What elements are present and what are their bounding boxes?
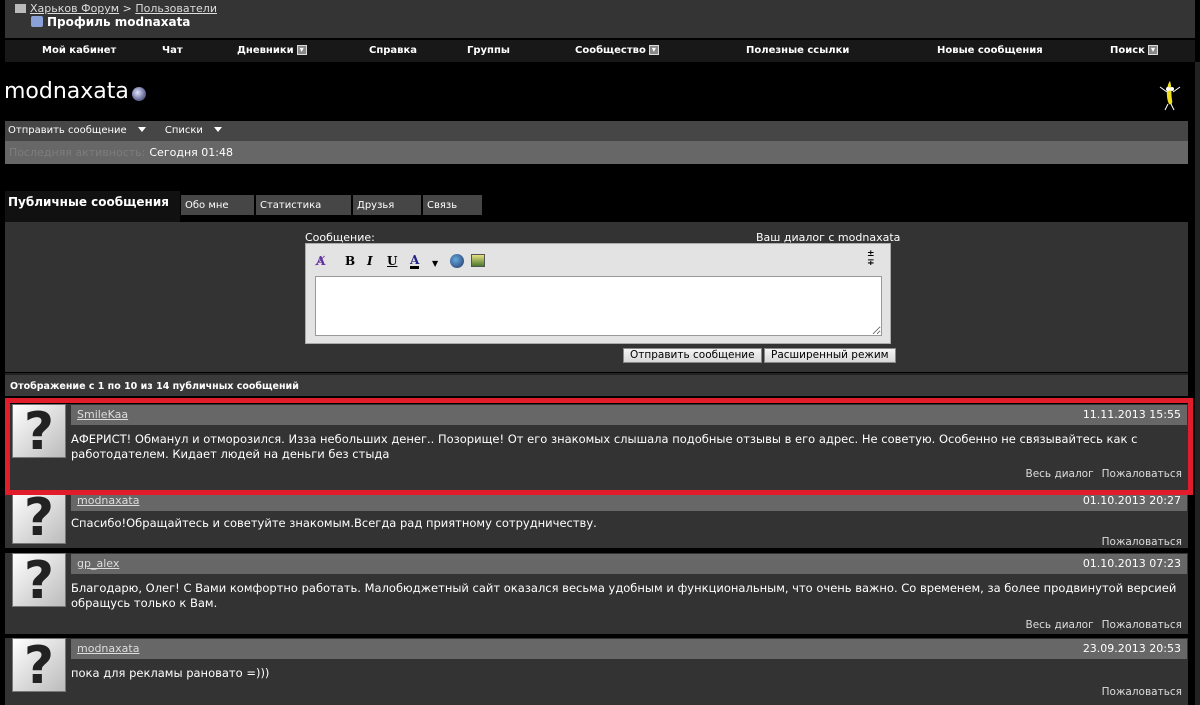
send-message-menu[interactable]: Отправить сообщение (8, 125, 154, 136)
message-item: ? modnaxata 01.10.2013 20:27 Спасибо!Обра… (5, 490, 1188, 548)
message-header: modnaxata 23.09.2013 20:53 (71, 639, 1187, 659)
lists-label: Списки (164, 125, 203, 136)
report-link[interactable]: Пожаловаться (1102, 686, 1182, 698)
last-activity-value: Сегодня 01:48 (149, 146, 233, 159)
messages-count: Отображение с 1 по 10 из 14 публичных со… (5, 373, 1188, 396)
nav-new-posts[interactable]: Новые сообщения (937, 45, 1043, 56)
banana-mascot-icon (1159, 81, 1181, 111)
view-dialog-link[interactable]: Весь диалог (1025, 619, 1093, 631)
nav-useful-links[interactable]: Полезные ссылки (746, 45, 849, 56)
message-editor: A̸ B I U A ▼ ± ∓ (305, 243, 891, 344)
message-footer: Весь диалог Пожаловаться (1017, 619, 1182, 631)
message-author[interactable]: gp_alex (77, 557, 119, 570)
message-item: ? modnaxata 23.09.2013 20:53 пока для рек… (5, 638, 1188, 705)
tab-friends[interactable]: Друзья (353, 195, 421, 215)
nav-diaries[interactable]: Дневники ▾ (237, 45, 307, 56)
avatar-placeholder-icon: ? (12, 490, 66, 545)
nav-help[interactable]: Справка (369, 45, 417, 56)
lists-menu[interactable]: Списки (165, 125, 230, 136)
message-footer: Пожаловаться (1094, 536, 1182, 548)
breadcrumb: Харьков Форум > Пользователи (15, 2, 217, 15)
nav-chat[interactable]: Чат (162, 45, 183, 56)
tab-public-messages[interactable]: Публичные сообщения (5, 191, 180, 222)
tab-about[interactable]: Обо мне (181, 195, 254, 215)
nav-bar: Мой кабинет Чат Дневники ▾ Справка Группы… (5, 40, 1195, 62)
color-dropdown-icon[interactable]: ▼ (432, 258, 438, 268)
tab-contact[interactable]: Связь (423, 195, 482, 215)
message-date: 23.09.2013 20:53 (1082, 642, 1181, 655)
nav-my-cabinet[interactable]: Мой кабинет (42, 45, 116, 56)
resize-editor-icon[interactable]: ± ∓ (867, 250, 875, 268)
underline-button[interactable]: U (387, 254, 397, 268)
remove-format-icon[interactable]: A̸ (316, 254, 325, 268)
nav-groups[interactable]: Группы (467, 45, 510, 56)
highlight-box (5, 398, 1193, 495)
page-title-text: Профиль modnaxata (47, 15, 191, 29)
profile-actions-bar: Отправить сообщение Списки (5, 121, 1188, 141)
breadcrumb-sep: > (122, 2, 132, 15)
profile-username: modnaxata (4, 79, 129, 104)
dropdown-icon: ▾ (648, 45, 659, 55)
message-text: пока для рекламы рановато =))) (71, 666, 270, 680)
insert-link-icon[interactable] (450, 254, 464, 268)
breadcrumb-forum[interactable]: Харьков Форум (30, 2, 119, 15)
send-message-label: Отправить сообщение (8, 125, 127, 136)
message-text: Благодарю, Олег! С Вами комфортно работа… (71, 581, 1177, 610)
page-title: Профиль modnaxata (31, 15, 190, 29)
message-date: 01.10.2013 20:27 (1082, 494, 1181, 507)
breadcrumb-users[interactable]: Пользователи (135, 2, 217, 15)
send-message-button[interactable]: Отправить сообщение (623, 348, 762, 363)
tab-statistics[interactable]: Статистика (256, 195, 351, 215)
last-activity-label: Последняя активность: (9, 146, 146, 159)
message-author[interactable]: modnaxata (77, 642, 139, 655)
dropdown-icon: ▾ (1147, 45, 1158, 55)
insert-image-icon[interactable] (471, 254, 485, 267)
message-textarea[interactable] (315, 276, 882, 336)
header: Харьков Форум > Пользователи Профиль mod… (5, 0, 1195, 38)
last-activity: Последняя активность: Сегодня 01:48 (5, 141, 1188, 164)
nav-search-label: Поиск (1110, 45, 1145, 56)
caret-down-icon (213, 127, 222, 132)
report-link[interactable]: Пожаловаться (1102, 619, 1182, 631)
nav-diaries-label: Дневники (237, 45, 294, 56)
scrollbar[interactable] (1195, 62, 1200, 705)
message-text: Спасибо!Обращайтесь и советуйте знакомым… (71, 516, 597, 530)
nav-search[interactable]: Поиск ▾ (1110, 45, 1158, 56)
avatar-placeholder-icon: ? (12, 553, 66, 608)
message-author[interactable]: modnaxata (77, 494, 139, 507)
advanced-mode-button[interactable]: Расширенный режим (764, 348, 896, 363)
message-date: 01.10.2013 07:23 (1082, 557, 1181, 570)
message-header: gp_alex 01.10.2013 07:23 (71, 554, 1187, 574)
nav-community[interactable]: Сообщество ▾ (575, 45, 659, 56)
avatar-placeholder-icon: ? (12, 638, 66, 693)
bold-button[interactable]: B (345, 254, 355, 268)
folder-icon (15, 4, 26, 13)
status-icon (132, 87, 146, 101)
text-color-button[interactable]: A (410, 254, 420, 269)
profile-icon (31, 16, 43, 27)
message-footer: Пожаловаться (1094, 686, 1182, 698)
dropdown-icon: ▾ (296, 45, 307, 55)
italic-button[interactable]: I (367, 254, 373, 268)
message-item: ? gp_alex 01.10.2013 07:23 Благодарю, Оле… (5, 553, 1188, 634)
nav-community-label: Сообщество (575, 45, 646, 56)
report-link[interactable]: Пожаловаться (1102, 536, 1182, 548)
caret-down-icon (137, 127, 146, 132)
